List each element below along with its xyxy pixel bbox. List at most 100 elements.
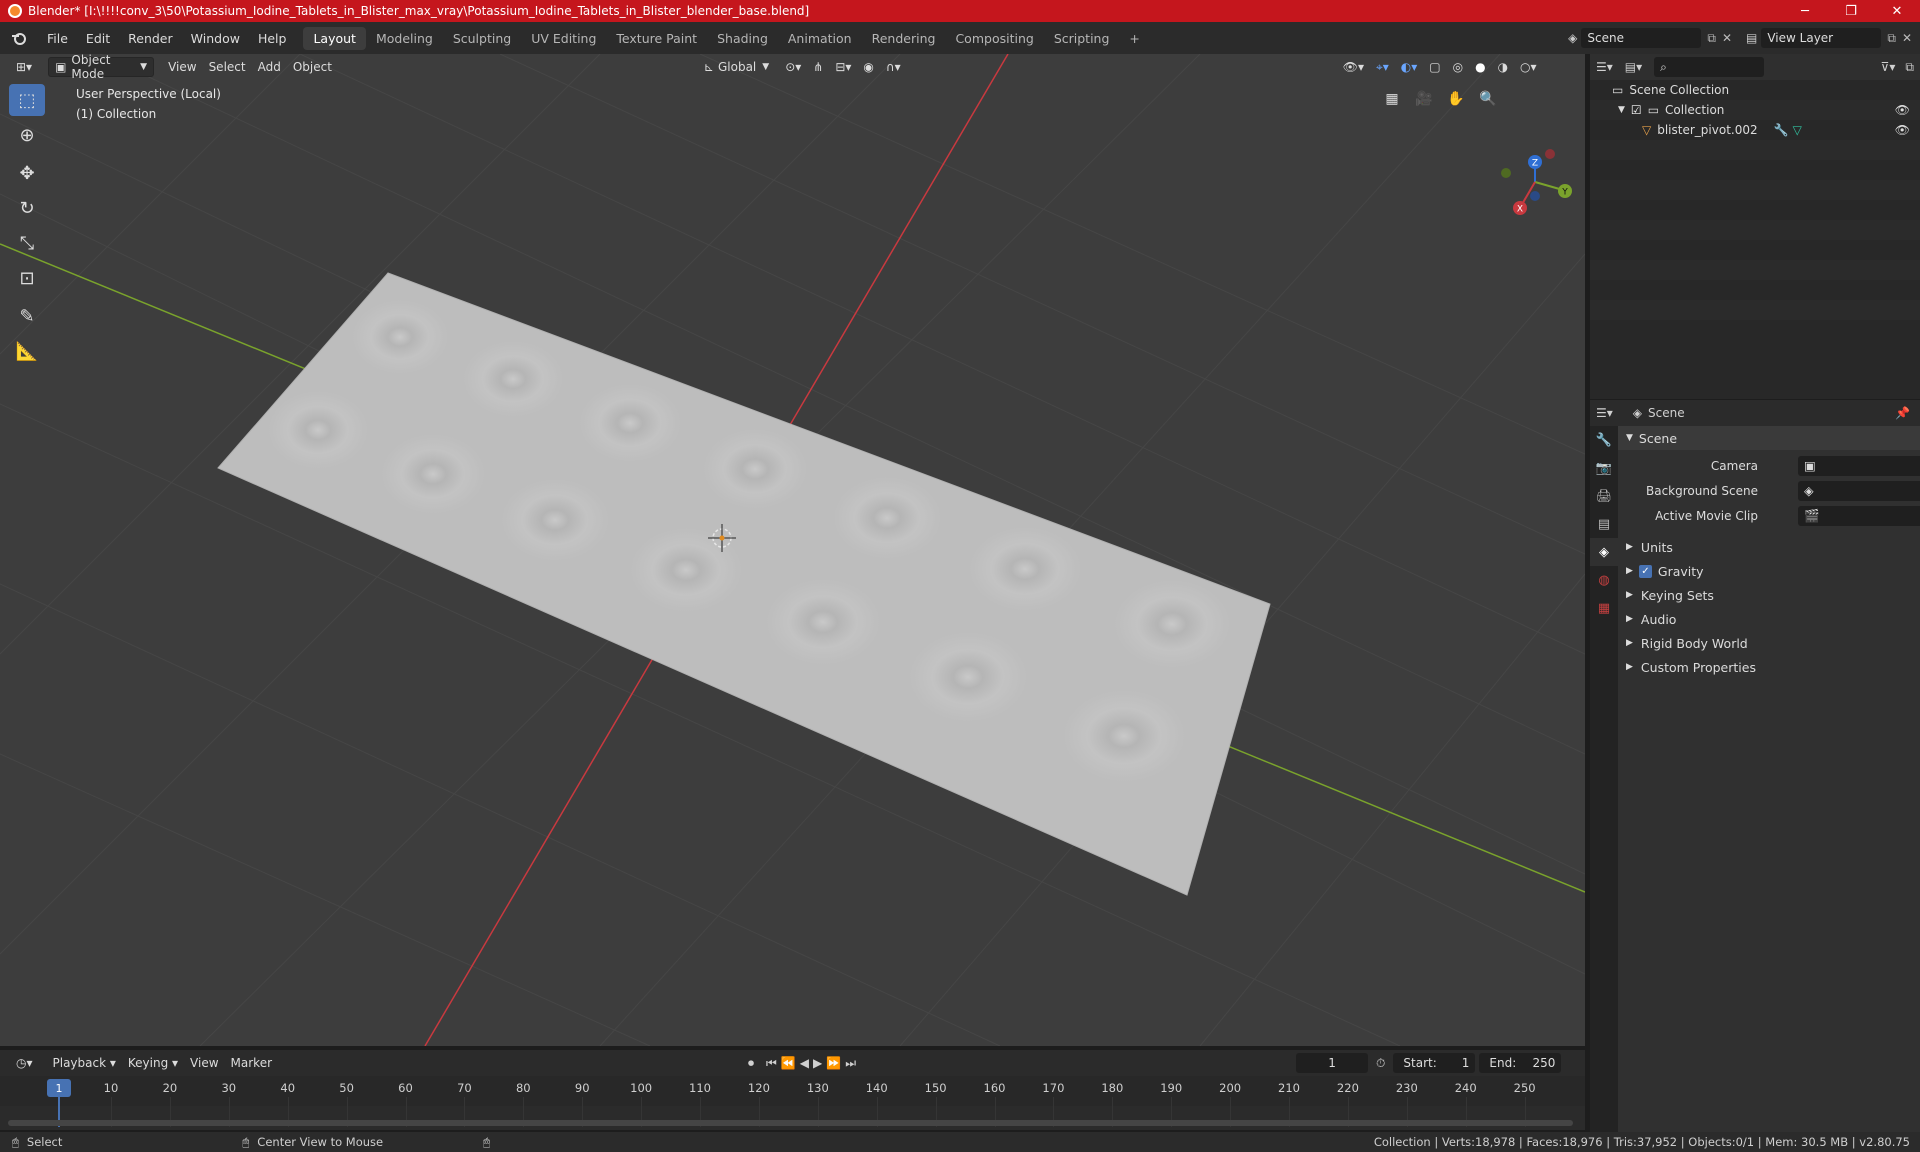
editor-type-icon[interactable]: ⊞▾ [10, 57, 38, 77]
tab-scripting[interactable]: Scripting [1044, 27, 1120, 50]
select-box-tool-icon[interactable]: ⬚ [9, 84, 45, 116]
timeline-scrollbar[interactable] [8, 1120, 1573, 1126]
menu-render[interactable]: Render [119, 31, 182, 46]
annotate-tool-icon[interactable]: ✎ [9, 300, 45, 332]
custom-properties-panel[interactable]: ▶ Custom Properties [1618, 655, 1920, 679]
world-tab-icon[interactable]: ◍ [1590, 566, 1618, 594]
falloff-icon[interactable]: ∩▾ [880, 57, 907, 77]
properties-editor-icon[interactable]: ☰▾ [1596, 406, 1613, 420]
tab-compositing[interactable]: Compositing [945, 27, 1043, 50]
snap-target-icon[interactable]: ⊟▾ [829, 57, 857, 77]
pivot-point-icon[interactable]: ⊙▾ [779, 57, 807, 77]
navigation-gizmo[interactable]: Z Y X [1501, 149, 1572, 215]
pin-icon[interactable]: 📌 [1895, 406, 1910, 420]
next-keyframe-icon[interactable]: ⏩ [826, 1056, 841, 1070]
tab-layout[interactable]: Layout [303, 26, 366, 50]
xray-icon[interactable]: ▢ [1423, 57, 1446, 77]
units-panel[interactable]: ▶ Units [1618, 535, 1920, 559]
current-frame-field[interactable]: 1 [1296, 1053, 1369, 1073]
rendered-shading-icon[interactable]: ○▾ [1514, 57, 1543, 77]
mode-selector[interactable]: ▣ Object Mode ▼ [48, 54, 155, 81]
prev-keyframe-icon[interactable]: ⏪ [781, 1056, 796, 1070]
end-frame-field[interactable]: End: 250 [1479, 1053, 1562, 1073]
timeline-menu-marker[interactable]: Marker [225, 1053, 278, 1073]
pan-hand-icon[interactable]: ✋ [1444, 87, 1468, 111]
maximize-button[interactable]: ❐ [1828, 0, 1874, 22]
tab-sculpting[interactable]: Sculpting [443, 27, 521, 50]
scene-panel-header[interactable]: ▼ Scene [1618, 426, 1920, 450]
wireframe-shading-icon[interactable]: ◎ [1447, 57, 1469, 77]
render-tab-icon[interactable]: 📷 [1590, 454, 1618, 482]
snap-icon[interactable]: ⋔ [807, 57, 829, 77]
outliner-row-scene-collection[interactable]: ▭ Scene Collection [1590, 80, 1920, 100]
tab-rendering[interactable]: Rendering [862, 27, 946, 50]
viewport-menu-select[interactable]: Select [203, 57, 252, 77]
overlays-icon[interactable]: ◐▾ [1395, 57, 1424, 77]
menu-window[interactable]: Window [182, 31, 249, 46]
gravity-checkbox[interactable]: ✓ [1638, 564, 1652, 578]
audio-panel[interactable]: ▶ Audio [1618, 607, 1920, 631]
camera-view-icon[interactable]: 🎥 [1412, 87, 1436, 111]
menu-file[interactable]: File [38, 31, 77, 46]
timeline-editor-icon[interactable]: ◷▾ [10, 1053, 39, 1073]
transform-orientation[interactable]: ⊾ Global ▼ [698, 57, 775, 77]
view-layer-tab-icon[interactable]: ▤ [1590, 510, 1618, 538]
transform-tool-icon[interactable]: ⊡ [9, 262, 45, 294]
rigid-body-world-panel[interactable]: ▶ Rigid Body World [1618, 631, 1920, 655]
add-workspace-icon[interactable]: + [1119, 27, 1149, 50]
view-layer-selector[interactable]: View Layer [1761, 28, 1882, 48]
timeline-ruler[interactable]: 10 20 30 40 50 60 70 80 90 100 110 120 130 140 150 160 1… [0, 1076, 1585, 1127]
cursor-tool-icon[interactable]: ⊕ [9, 119, 45, 151]
jump-end-icon[interactable]: ⏭ [845, 1056, 856, 1071]
proportional-edit-icon[interactable]: ◉ [857, 57, 879, 77]
close-button[interactable]: ✕ [1874, 0, 1920, 22]
tool-tab-icon[interactable]: 🔧 [1590, 426, 1618, 454]
tab-modeling[interactable]: Modeling [366, 27, 443, 50]
texture-tab-icon[interactable]: ▦ [1590, 594, 1618, 622]
3d-viewport[interactable]: Z Y X ⊞▾ ▣ Object Mode ▼ View Select Add… [0, 54, 1585, 1046]
display-mode-icon[interactable]: ▤▾ [1625, 60, 1642, 74]
delete-scene-icon[interactable]: ✕ [1722, 31, 1732, 45]
outliner-search-input[interactable]: ⌕ [1654, 57, 1765, 77]
playhead[interactable]: 1 [47, 1079, 71, 1097]
timeline-menu-view[interactable]: View [184, 1053, 224, 1073]
viewport-menu-view[interactable]: View [162, 57, 202, 77]
move-tool-icon[interactable]: ✥ [9, 157, 45, 189]
output-tab-icon[interactable]: 🖨 [1590, 482, 1618, 510]
menu-help[interactable]: Help [249, 31, 296, 46]
timeline-menu-keying[interactable]: Keying ▾ [122, 1053, 184, 1073]
new-collection-icon[interactable]: ⧉ [1905, 60, 1914, 75]
zoom-icon[interactable]: 🔍 [1476, 87, 1500, 111]
solid-shading-icon[interactable]: ● [1469, 57, 1491, 77]
keying-sets-panel[interactable]: ▶ Keying Sets [1618, 583, 1920, 607]
jump-start-icon[interactable]: ⏮ [766, 1056, 777, 1071]
start-frame-field[interactable]: Start: 1 [1393, 1053, 1476, 1073]
blender-menu-icon[interactable] [10, 29, 28, 47]
eye-icon[interactable]: 👁 [1895, 123, 1910, 137]
material-shading-icon[interactable]: ◑ [1492, 57, 1514, 77]
grid-view-icon[interactable]: ▦ [1380, 87, 1404, 111]
new-view-layer-icon[interactable]: ⧉ [1887, 31, 1896, 46]
viewport-menu-add[interactable]: Add [252, 57, 287, 77]
gizmo-toggle-icon[interactable]: ⌖▾ [1370, 57, 1395, 77]
expand-arrow-icon[interactable]: ▼ [1618, 105, 1625, 115]
play-reverse-icon[interactable]: ◀ [800, 1056, 809, 1070]
scale-tool-icon[interactable]: ⤡ [9, 227, 45, 259]
filter-icon[interactable]: ⊽▾ [1881, 60, 1896, 74]
scene-selector[interactable]: Scene [1581, 28, 1702, 48]
tab-texture-paint[interactable]: Texture Paint [606, 27, 707, 50]
outliner-editor-icon[interactable]: ☰▾ [1596, 60, 1613, 74]
checkbox-icon[interactable]: ☑ [1631, 103, 1642, 117]
timeline-menu-playback[interactable]: Playback ▾ [47, 1053, 122, 1073]
tab-shading[interactable]: Shading [707, 27, 778, 50]
eye-icon[interactable]: 👁 [1895, 103, 1910, 117]
rotate-tool-icon[interactable]: ↻ [9, 192, 45, 224]
visibility-icon[interactable]: 👁▾ [1337, 57, 1370, 77]
active-clip-field[interactable]: 🎬 [1798, 506, 1920, 526]
delete-view-layer-icon[interactable]: ✕ [1902, 31, 1912, 45]
background-scene-field[interactable]: ◈ [1798, 481, 1920, 501]
menu-edit[interactable]: Edit [77, 31, 119, 46]
scene-tab-icon[interactable]: ◈ [1590, 538, 1618, 566]
outliner-row-object[interactable]: ▽ blister_pivot.002 🔧 ▽ 👁 [1590, 120, 1920, 140]
gravity-panel[interactable]: ▶ ✓ Gravity [1618, 559, 1920, 583]
